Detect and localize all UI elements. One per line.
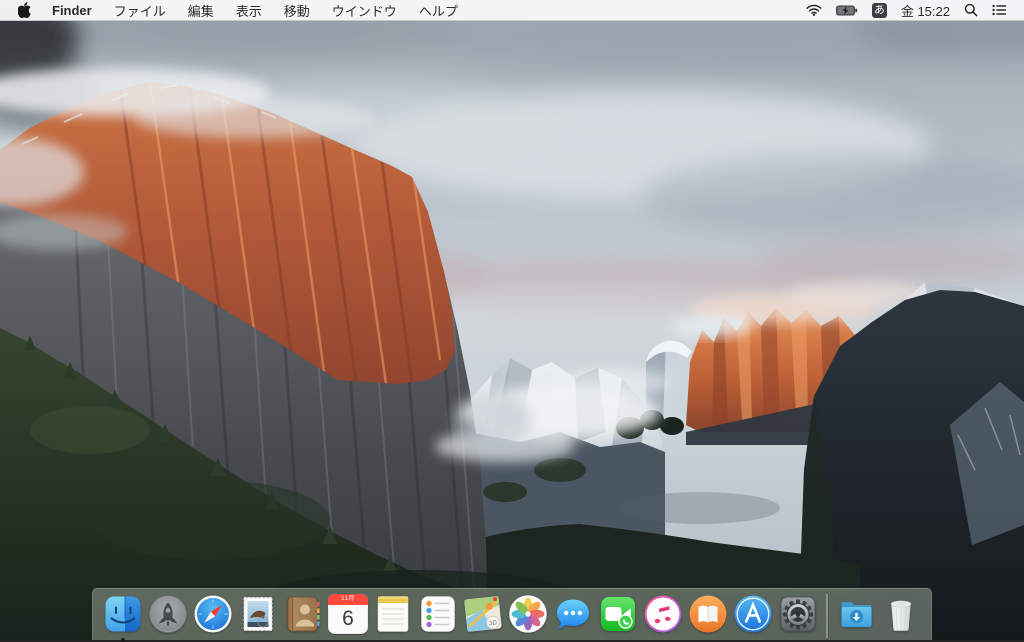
input-method-menu[interactable]: あ — [865, 0, 894, 20]
dock-item-trash[interactable] — [881, 594, 921, 634]
finder-icon — [105, 596, 141, 632]
dock-item-facetime[interactable] — [598, 594, 638, 634]
search-icon — [964, 3, 978, 17]
facetime-icon — [601, 597, 635, 631]
messages-icon — [557, 599, 589, 629]
itunes-icon — [644, 595, 682, 633]
menu-bar: Finder ファイル 編集 表示 移動 ウインドウ ヘルプ あ 金 15:22 — [0, 0, 1024, 21]
menu-view[interactable]: 表示 — [225, 1, 273, 20]
dock-item-launchpad[interactable] — [148, 594, 188, 634]
dock-item-calendar[interactable]: 11月 6 — [328, 594, 368, 634]
dock-item-notes[interactable] — [373, 594, 413, 634]
photos-icon — [509, 595, 547, 633]
battery-menu[interactable] — [829, 0, 865, 20]
dock-item-safari[interactable] — [193, 594, 233, 634]
dock-item-contacts[interactable] — [283, 594, 323, 634]
calendar-month: 11月 — [328, 594, 368, 605]
calendar-icon: 11月 6 — [328, 594, 368, 634]
dock: 11月 6 3D — [92, 588, 932, 642]
contacts-icon — [287, 596, 320, 632]
dock-item-mail[interactable] — [238, 594, 278, 634]
wallpaper-el-capitan — [0, 0, 1024, 640]
input-method-badge: あ — [871, 2, 887, 18]
menu-bar-status: あ 金 15:22 — [799, 0, 1024, 20]
menu-help[interactable]: ヘルプ — [408, 1, 469, 20]
dock-separator — [826, 594, 828, 638]
dock-item-app-store[interactable] — [733, 594, 773, 634]
spotlight-menu[interactable] — [957, 0, 985, 20]
maps-icon: 3D — [464, 596, 502, 632]
dock-item-downloads[interactable] — [836, 594, 876, 634]
system-preferences-icon — [780, 596, 816, 632]
desktop[interactable] — [0, 0, 1024, 640]
dock-item-ibooks[interactable] — [688, 594, 728, 634]
trash-icon — [890, 600, 912, 631]
app-store-icon — [734, 595, 772, 633]
dock-item-messages[interactable] — [553, 594, 593, 634]
menu-go[interactable]: 移動 — [273, 1, 321, 20]
dock-item-itunes[interactable] — [643, 594, 683, 634]
menu-window[interactable]: ウインドウ — [321, 1, 408, 20]
ibooks-icon — [689, 595, 727, 633]
dock-item-finder[interactable] — [103, 594, 143, 642]
dock-item-reminders[interactable] — [418, 594, 458, 634]
dock-item-photos[interactable] — [508, 594, 548, 634]
wifi-menu[interactable] — [799, 0, 829, 20]
apple-icon — [18, 2, 31, 18]
notes-icon — [377, 596, 409, 632]
calendar-day: 6 — [342, 607, 354, 630]
launchpad-icon — [149, 595, 187, 633]
notification-center-menu[interactable] — [985, 0, 1014, 20]
maps-3d-label: 3D — [489, 619, 498, 627]
reminders-icon — [421, 596, 455, 632]
dock-item-system-preferences[interactable] — [778, 594, 818, 634]
menu-file[interactable]: ファイル — [103, 1, 177, 20]
menu-edit[interactable]: 編集 — [177, 1, 225, 20]
apple-menu[interactable] — [0, 0, 41, 20]
dock-item-maps[interactable]: 3D — [463, 594, 503, 634]
app-menu-finder[interactable]: Finder — [41, 3, 103, 18]
notification-center-icon — [992, 4, 1007, 16]
battery-charging-icon — [835, 4, 858, 16]
wifi-icon — [806, 4, 822, 16]
menu-bar-left: Finder ファイル 編集 表示 移動 ウインドウ ヘルプ — [0, 0, 469, 20]
safari-icon — [194, 595, 232, 633]
menu-bar-clock[interactable]: 金 15:22 — [894, 1, 957, 20]
finder-running-indicator — [121, 638, 125, 642]
downloads-folder-icon — [841, 602, 872, 628]
mail-icon — [243, 597, 273, 631]
